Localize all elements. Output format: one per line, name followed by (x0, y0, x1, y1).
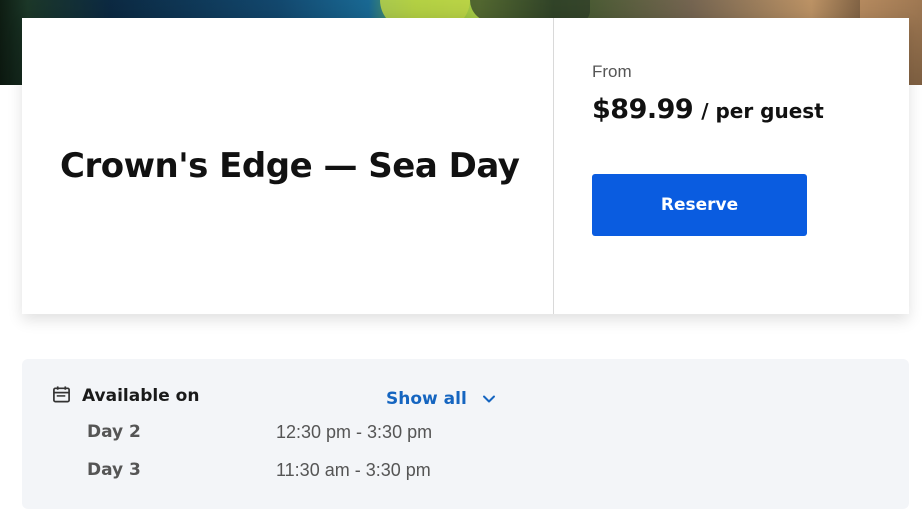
per-guest-label: / per guest (701, 99, 824, 123)
availability-panel: Available on Show all Day 2 12:30 pm - 3… (22, 359, 909, 509)
chevron-down-icon[interactable] (481, 391, 497, 407)
time-range: 12:30 pm - 3:30 pm (276, 422, 433, 442)
day-label: Day 2 (87, 422, 141, 442)
show-all-toggle[interactable]: Show all (386, 389, 497, 409)
list-item: Day 3 11:30 am - 3:30 pm (87, 460, 431, 481)
day-label: Day 3 (87, 460, 141, 480)
price-panel: From $89.99 / per guest Reserve (554, 18, 909, 314)
time-range: 11:30 am - 3:30 pm (276, 460, 431, 480)
calendar-icon (53, 386, 70, 403)
reserve-button[interactable]: Reserve (592, 174, 807, 236)
show-all-label[interactable]: Show all (386, 389, 467, 409)
price-line: $89.99 / per guest (592, 94, 909, 125)
availability-title: Available on (82, 386, 200, 406)
title-panel: Crown's Edge — Sea Day (22, 18, 554, 314)
booking-card: Crown's Edge — Sea Day From $89.99 / per… (22, 18, 909, 314)
from-label: From (592, 62, 632, 81)
price-value: $89.99 (592, 94, 694, 125)
list-item: Day 2 12:30 pm - 3:30 pm (87, 422, 432, 443)
page-title: Crown's Edge — Sea Day (60, 146, 520, 186)
